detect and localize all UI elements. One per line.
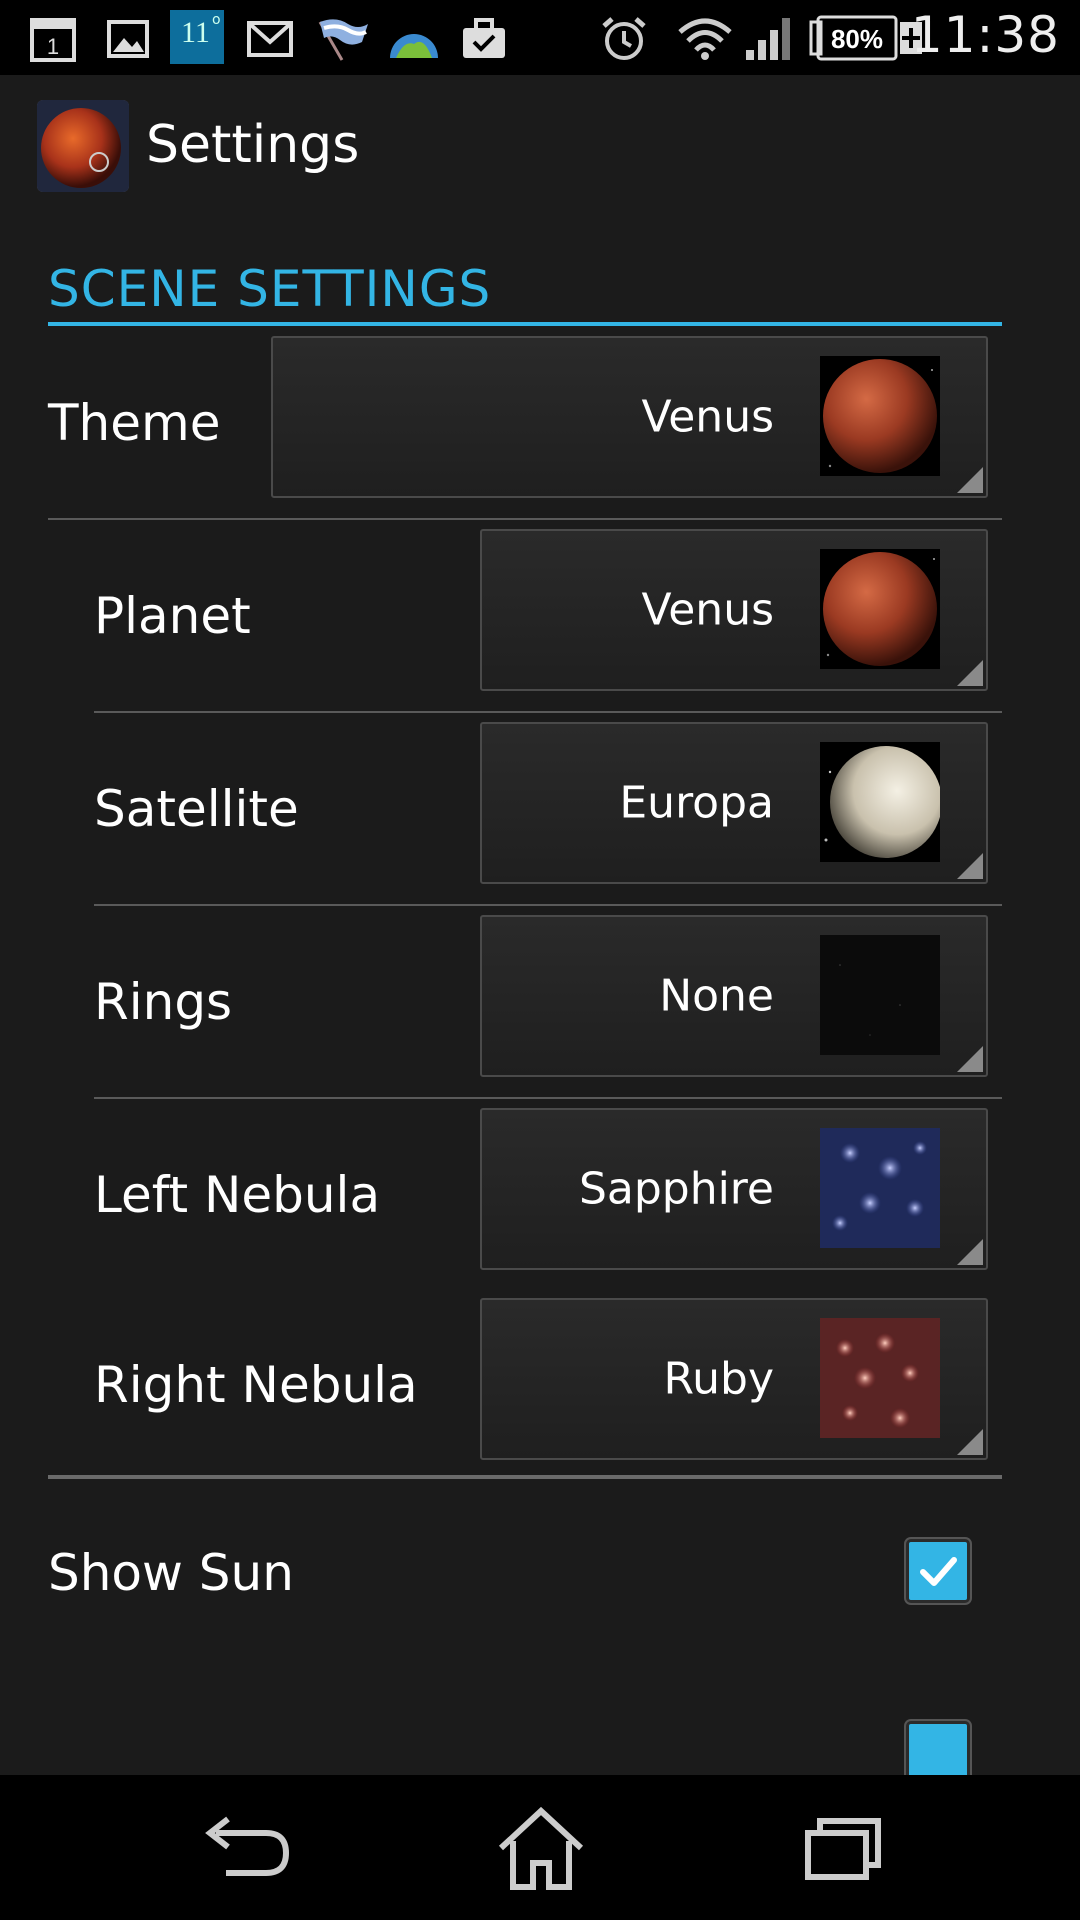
divider xyxy=(48,1475,1002,1479)
spinner-value: Sapphire xyxy=(578,1163,774,1215)
setting-label: Theme xyxy=(48,394,221,452)
right-nebula-spinner[interactable]: Ruby xyxy=(480,1298,988,1460)
next-checkbox[interactable] xyxy=(906,1721,970,1775)
divider xyxy=(94,904,1002,906)
divider xyxy=(94,711,1002,713)
rings-spinner[interactable]: None xyxy=(480,915,988,1077)
venus-thumbnail xyxy=(820,549,940,669)
divider xyxy=(48,518,1002,520)
divider xyxy=(94,1097,1002,1099)
recents-icon[interactable] xyxy=(786,1803,896,1893)
setting-row-planet: Planet Venus xyxy=(0,521,1080,711)
europa-thumbnail xyxy=(820,742,940,862)
spinner-corner-icon xyxy=(957,467,983,493)
setting-label: Rings xyxy=(94,973,233,1031)
spinner-corner-icon xyxy=(957,1429,983,1455)
planet-app-icon[interactable] xyxy=(37,100,129,192)
section-header: SCENE SETTINGS xyxy=(48,260,492,318)
home-icon[interactable] xyxy=(486,1803,596,1893)
planet-spinner[interactable]: Venus xyxy=(480,529,988,691)
status-time: 11:38 xyxy=(910,6,1060,64)
setting-row-rings: Rings None xyxy=(0,907,1080,1097)
briefcase-icon xyxy=(463,18,505,58)
page-title: Settings xyxy=(146,115,360,175)
spinner-corner-icon xyxy=(957,1239,983,1265)
weather-icon: 11 o xyxy=(170,10,224,64)
theme-spinner[interactable]: Venus xyxy=(271,336,988,498)
spinner-corner-icon xyxy=(957,853,983,879)
svg-text:1: 1 xyxy=(47,34,59,59)
signal-icon xyxy=(746,18,790,60)
setting-row-satellite: Satellite Europa xyxy=(0,714,1080,904)
spinner-value: None xyxy=(659,970,774,1022)
venus-thumbnail xyxy=(820,356,940,476)
setting-row-theme: Theme Venus xyxy=(0,328,1080,518)
spinner-value: Venus xyxy=(641,584,774,636)
status-bar: 1 11 o 80% 11:38 xyxy=(0,0,1080,75)
setting-label: Satellite xyxy=(94,780,299,838)
ruby-thumbnail xyxy=(820,1318,940,1438)
spinner-corner-icon xyxy=(957,660,983,686)
setting-label: Planet xyxy=(94,587,251,645)
setting-row-left-nebula: Left Nebula Sapphire xyxy=(0,1100,1080,1290)
satellite-spinner[interactable]: Europa xyxy=(480,722,988,884)
setting-label: Show Sun xyxy=(48,1544,294,1602)
sapphire-thumbnail xyxy=(820,1128,940,1248)
show-sun-checkbox[interactable] xyxy=(906,1539,970,1603)
calendar-icon: 1 xyxy=(30,18,76,62)
show-sun-row[interactable]: Show Sun xyxy=(0,1483,1080,1663)
settings-list[interactable]: SCENE SETTINGS Theme Venus Planet Venus … xyxy=(0,225,1080,1775)
spinner-value: Europa xyxy=(619,777,774,829)
spinner-value: Venus xyxy=(641,391,774,443)
flag-icon xyxy=(318,19,368,61)
checkmark-icon xyxy=(920,1557,957,1586)
left-nebula-spinner[interactable]: Sapphire xyxy=(480,1108,988,1270)
action-bar: Settings xyxy=(0,75,1080,225)
gallery-icon xyxy=(107,20,149,58)
setting-row-right-nebula: Right Nebula Ruby xyxy=(0,1290,1080,1480)
setting-label: Right Nebula xyxy=(94,1356,418,1414)
section-divider xyxy=(48,322,1002,326)
svg-text:80%: 80% xyxy=(831,24,883,54)
globe-icon xyxy=(390,34,438,58)
alarm-icon xyxy=(602,17,646,60)
none-thumbnail xyxy=(820,935,940,1055)
setting-label: Left Nebula xyxy=(94,1166,381,1224)
spinner-corner-icon xyxy=(957,1046,983,1072)
back-icon[interactable] xyxy=(186,1803,296,1893)
spinner-value: Ruby xyxy=(663,1353,774,1405)
gmail-icon xyxy=(247,21,293,57)
wifi-icon xyxy=(678,18,732,60)
navigation-bar xyxy=(0,1775,1080,1920)
battery-icon: 80% xyxy=(809,15,922,61)
